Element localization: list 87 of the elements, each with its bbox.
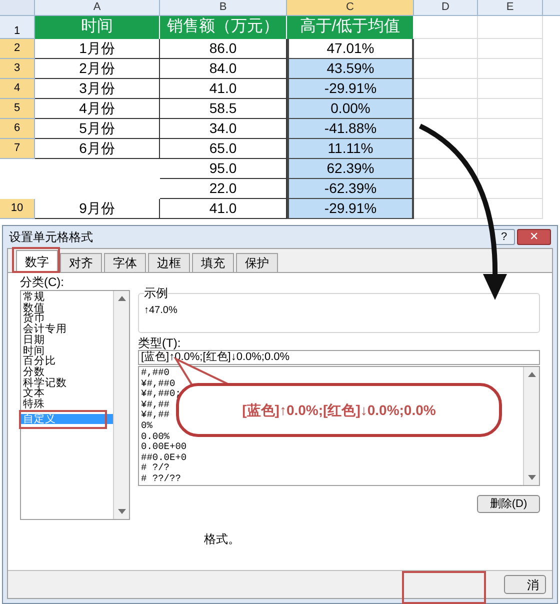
table-cell: 47.01%	[287, 39, 414, 59]
close-button[interactable]: ✕	[517, 229, 551, 245]
tab[interactable]: 字体	[104, 253, 146, 272]
format-item[interactable]: ¥#,##0	[139, 378, 178, 390]
table-cell: 3月份	[35, 79, 160, 99]
sample-value: ↑47.0%	[144, 304, 178, 318]
table-header: 销售额（万元）	[160, 16, 287, 39]
sample-label: 示例	[144, 286, 168, 300]
column-header[interactable]: C	[287, 0, 414, 15]
category-item[interactable]: 货币	[21, 313, 113, 324]
format-item[interactable]: ¥#,##0;	[139, 389, 183, 400]
format-item[interactable]: ¥#,##	[139, 410, 172, 421]
format-item[interactable]: ¥#,##	[139, 400, 172, 410]
table-cell: -29.91%	[287, 79, 414, 99]
category-item[interactable]: 常规	[21, 292, 113, 303]
empty-cell	[478, 59, 543, 79]
row-header[interactable]: 5	[0, 99, 35, 119]
category-item[interactable]: 特殊	[21, 399, 113, 410]
table-cell: 11.11%	[287, 139, 414, 159]
window-title: 设置单元格格式	[9, 229, 93, 246]
table-cell: -29.91%	[287, 199, 414, 219]
table-cell: 4月份	[35, 99, 160, 119]
format-item[interactable]: #,##0	[139, 368, 172, 379]
category-item[interactable]: 文本	[21, 388, 113, 400]
table-cell: -41.88%	[287, 119, 414, 139]
highlight-frame	[12, 247, 60, 273]
table-cell: 9月份	[35, 199, 160, 219]
callout-text: [蓝色]↑0.0%;[红色]↓0.0%;0.0%	[242, 400, 436, 420]
empty-cell	[478, 139, 543, 159]
row-header[interactable]: 1	[0, 16, 35, 39]
table-cell: 0.00%	[287, 99, 414, 119]
type-label: 类型(T):	[138, 336, 182, 350]
category-list[interactable]: 常规 数值 货币 会计专用 日期 时间 百分比 分数 科学记数 文本 特殊 自定义	[20, 290, 130, 520]
empty-cell	[478, 119, 543, 139]
empty-cell	[478, 179, 543, 199]
category-item[interactable]: 会计专用	[21, 324, 113, 335]
empty-cell	[478, 16, 543, 39]
format-item[interactable]: 0.00%	[139, 432, 172, 442]
table-header: 时间	[35, 16, 160, 39]
format-item[interactable]: 0.00E+00	[139, 442, 189, 453]
scrollbar[interactable]	[523, 367, 539, 485]
category-label: 分类(C):	[20, 275, 65, 289]
row-header[interactable]: 10	[0, 199, 35, 219]
category-item[interactable]: 时间	[21, 346, 113, 356]
row-header[interactable]: 3	[0, 59, 35, 79]
tab[interactable]: 边框	[148, 253, 190, 272]
empty-cell	[478, 39, 543, 59]
type-input[interactable]: [蓝色]↑0.0%;[红色]↓0.0%;0.0%	[138, 350, 540, 365]
table-cell: 62.39%	[287, 159, 414, 179]
tab[interactable]: 填充	[192, 253, 234, 272]
row-header[interactable]: 6	[0, 119, 35, 139]
category-item[interactable]: 百分比	[21, 356, 113, 367]
scroll-up-icon[interactable]	[118, 295, 126, 301]
delete-button[interactable]: 删除(D)	[477, 495, 540, 513]
cancel-button[interactable]: 消	[504, 575, 546, 594]
column-header[interactable]: D	[414, 0, 478, 15]
table-cell: 1月份	[35, 39, 160, 59]
category-item[interactable]: 科学记数	[21, 378, 113, 388]
row-header[interactable]: 4	[0, 79, 35, 99]
tab[interactable]: 对齐	[60, 253, 102, 272]
scroll-down-icon[interactable]	[118, 509, 126, 515]
format-item[interactable]: # ?/?	[139, 463, 172, 474]
table-header: 高于/低于均值	[287, 16, 414, 39]
format-item[interactable]: # ??/??	[139, 474, 183, 485]
format-item[interactable]: ##0.0E+0	[139, 452, 189, 464]
scroll-up-icon[interactable]	[528, 371, 536, 377]
table-cell: -62.39%	[287, 179, 414, 199]
category-item[interactable]: 日期	[21, 334, 113, 346]
empty-cell	[478, 99, 543, 119]
description-text: 格式。	[204, 531, 241, 548]
category-item[interactable]: 分数	[21, 366, 113, 378]
column-header[interactable]: A	[35, 0, 160, 15]
empty-cell	[478, 199, 543, 219]
category-item[interactable]: 数值	[21, 302, 113, 314]
row-header[interactable]: 7	[0, 139, 35, 159]
table-cell: 43.59%	[287, 59, 414, 79]
scroll-down-icon[interactable]	[528, 475, 536, 481]
empty-cell	[478, 79, 543, 99]
tab[interactable]: 数字	[16, 250, 58, 272]
scrollbar[interactable]	[113, 291, 129, 519]
format-item[interactable]: 0%	[139, 420, 154, 432]
empty-cell	[478, 159, 543, 179]
table-cell: 5月份	[35, 119, 160, 139]
table-cell: 2月份	[35, 59, 160, 79]
row-header[interactable]: 2	[0, 39, 35, 59]
column-header[interactable]: E	[478, 0, 543, 15]
tab[interactable]: 保护	[236, 253, 278, 272]
